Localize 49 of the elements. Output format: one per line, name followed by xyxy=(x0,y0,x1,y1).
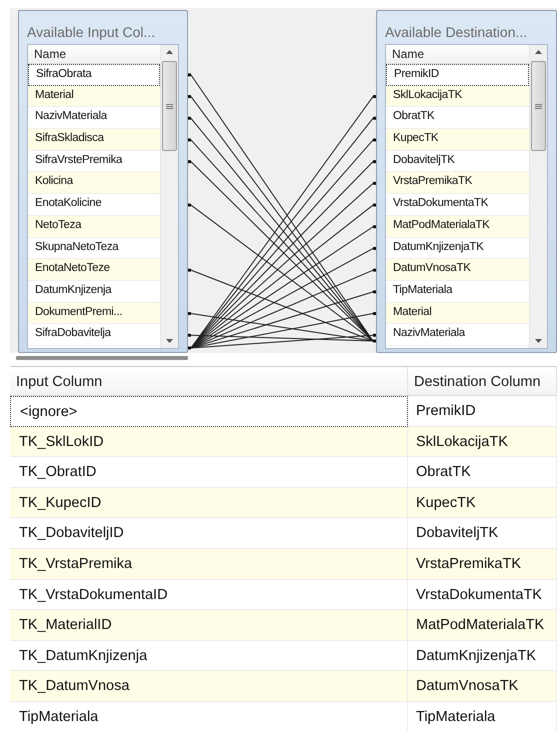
list-item[interactable]: SkupnaNetoTeza xyxy=(28,238,160,260)
scroll-thumb[interactable] xyxy=(531,61,546,151)
list-item[interactable]: VrstaPremikaTK xyxy=(386,172,529,194)
list-item[interactable]: KupecTK xyxy=(386,129,529,151)
table-cell[interactable]: TK_DatumVnosa xyxy=(10,671,408,702)
table-cell: VrstaPremikaTK xyxy=(408,548,557,580)
table-cell: DatumVnosaTK xyxy=(408,671,557,702)
table-cell[interactable]: TK_KupecID xyxy=(10,488,408,518)
list-item[interactable]: Kolicina xyxy=(28,172,160,194)
list-item[interactable]: MatPodMaterialaTK xyxy=(386,216,529,238)
list-item[interactable]: Material xyxy=(386,302,529,324)
table-cell[interactable]: TK_VrstaDokumentaID xyxy=(10,580,408,610)
vertical-scrollbar[interactable] xyxy=(529,45,547,348)
table-cell[interactable]: TK_VrstaPremika xyxy=(10,548,408,580)
table-cell: MatPodMaterialaTK xyxy=(408,610,557,641)
list-item[interactable]: Material xyxy=(28,86,160,108)
table-cell: ObratTK xyxy=(408,457,557,488)
up-arrow-icon[interactable] xyxy=(535,50,542,54)
table-cell: PremikID xyxy=(408,396,557,427)
column-header[interactable]: Destination Column xyxy=(408,367,557,396)
table-cell[interactable]: TK_SklLokID xyxy=(10,426,408,458)
panel-title: Available Destination... xyxy=(385,23,528,42)
table-cell: DobaviteljTK xyxy=(408,518,557,549)
list-item[interactable]: NetoTeza xyxy=(28,216,160,238)
table-cell[interactable]: TK_DobaviteljID xyxy=(10,518,408,549)
down-arrow-icon[interactable] xyxy=(166,339,173,343)
table-cell[interactable]: <ignore> xyxy=(10,396,408,427)
table-cell: VrstaDokumentaTK xyxy=(408,580,557,610)
list-item[interactable]: EnotaNetoTeze xyxy=(28,259,160,281)
table-cell[interactable]: TK_DatumKnjizenja xyxy=(10,640,408,672)
horizontal-scrollbar[interactable] xyxy=(16,356,188,360)
table-cell[interactable]: TK_ObratID xyxy=(10,457,408,488)
list-item[interactable]: DatumVnosaTK xyxy=(386,259,529,281)
table-cell[interactable]: TK_MaterialID xyxy=(10,610,408,641)
column-header[interactable]: Input Column xyxy=(10,367,408,396)
table-cell: SklLokacijaTK xyxy=(408,426,557,458)
list-item[interactable]: DokumentPremi... xyxy=(28,302,160,324)
table-cell: KupecTK xyxy=(408,488,557,518)
list-item[interactable]: SklLokacijaTK xyxy=(386,86,529,108)
up-arrow-icon[interactable] xyxy=(166,50,173,54)
scroll-thumb[interactable] xyxy=(162,61,177,151)
table-cell: DatumKnjizenjaTK xyxy=(408,640,557,672)
list-item[interactable]: DatumKnjizenjaTK xyxy=(386,238,529,260)
list-item[interactable]: PremikID xyxy=(386,64,529,86)
down-arrow-icon[interactable] xyxy=(535,339,542,343)
panel-title: Available Input Col... xyxy=(27,23,156,42)
vertical-scrollbar[interactable] xyxy=(160,45,178,348)
list-item[interactable]: SifraSkladisca xyxy=(28,129,160,151)
list-item[interactable]: SifraObrata xyxy=(28,64,160,86)
